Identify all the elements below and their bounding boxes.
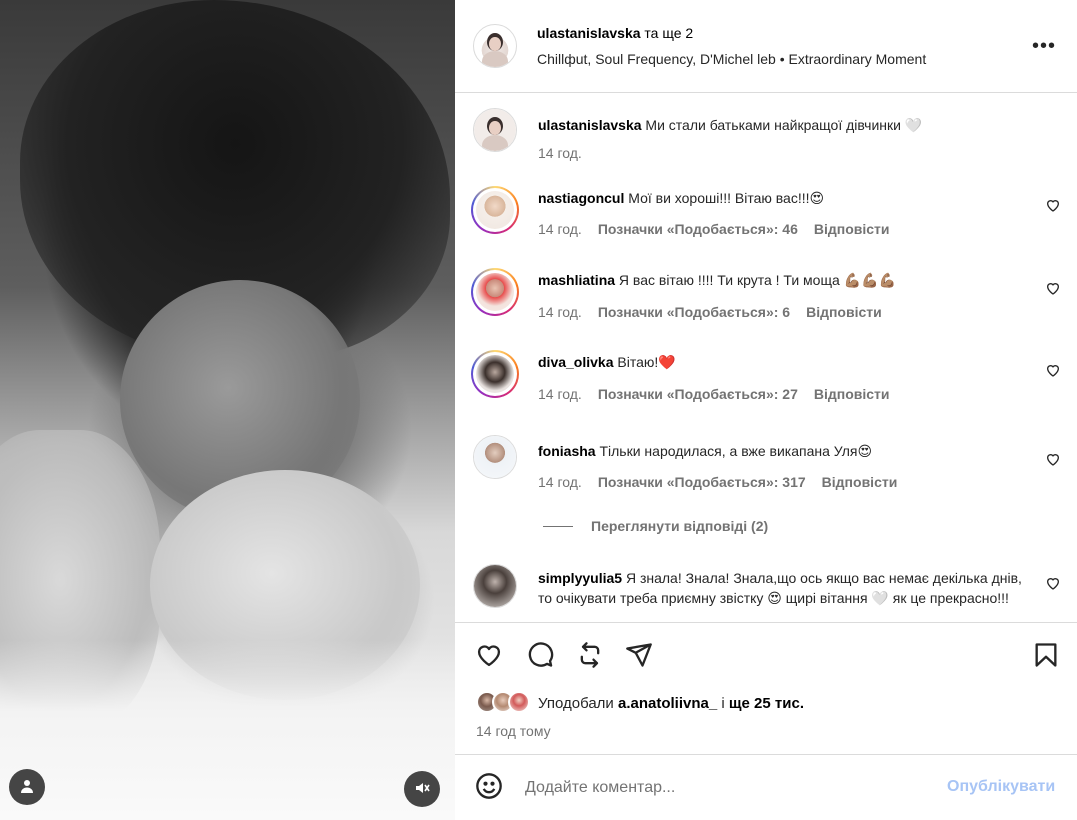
- caption-username[interactable]: ulastanislavska: [538, 117, 642, 133]
- likes-user[interactable]: a.anatoliivna_: [618, 695, 717, 712]
- music-separator: •: [779, 51, 785, 67]
- likes-summary[interactable]: Уподобали a.anatoliivna_ і ще 25 тис.: [538, 695, 804, 712]
- comment-text: simplyyulia5 Я знала! Знала! Знала,що ос…: [538, 568, 1028, 608]
- like-button[interactable]: [473, 640, 505, 672]
- comment-username[interactable]: diva_olivka: [538, 354, 614, 370]
- caption-text: ulastanislavska Ми стали батьками найкра…: [538, 115, 1018, 135]
- comment-username[interactable]: mashliatina: [538, 272, 615, 288]
- heart-icon: [1045, 578, 1061, 594]
- comment-time: 14 год.: [538, 304, 582, 320]
- comment-body: Вітаю!❤️: [617, 354, 676, 370]
- comment-time: 14 год.: [538, 386, 582, 402]
- comment-avatar[interactable]: [473, 564, 517, 608]
- music-info[interactable]: Chillфut, Soul Frequency, D'Michel leb •…: [537, 51, 926, 67]
- comment-body: Мої ви хороші!!! Вітаю вас!!!😍: [628, 190, 825, 206]
- post-actions: Уподобали a.anatoliivna_ і ще 25 тис. 14…: [455, 622, 1077, 755]
- comment-likes[interactable]: Позначки «Подобається»: 317: [598, 474, 806, 490]
- comment-like-button[interactable]: [1045, 280, 1061, 296]
- comments-list[interactable]: ulastanislavska Ми стали батьками найкра…: [455, 94, 1077, 622]
- comment-body: Тільки народилася, а вже викапана Уля😍: [599, 443, 873, 459]
- reply-button[interactable]: Відповісти: [814, 221, 890, 237]
- comment-time: 14 год.: [538, 474, 582, 490]
- comment-like-button[interactable]: [1045, 197, 1061, 213]
- comment-likes[interactable]: Позначки «Подобається»: 27: [598, 386, 798, 402]
- replies-divider: [543, 525, 573, 527]
- comment-like-button[interactable]: [1045, 362, 1061, 378]
- heart-icon: [475, 641, 503, 672]
- more-icon: •••: [1031, 34, 1056, 57]
- post-media[interactable]: [0, 0, 455, 820]
- comment-likes[interactable]: Позначки «Подобається»: 46: [598, 221, 798, 237]
- emoji-icon: [475, 773, 503, 803]
- comment-meta: 14 год. Позначки «Подобається»: 27 Відпо…: [538, 386, 890, 402]
- post-time[interactable]: 14 год тому: [476, 723, 551, 739]
- media-photo-region: [0, 640, 455, 820]
- publish-button[interactable]: Опублікувати: [947, 778, 1055, 796]
- heart-icon: [1045, 283, 1061, 299]
- likes-count[interactable]: ще 25 тис.: [729, 695, 804, 712]
- bookmark-icon: [1032, 641, 1060, 672]
- view-replies-button[interactable]: Переглянути відповіді (2): [543, 518, 768, 534]
- heart-icon: [1045, 200, 1061, 216]
- comment-icon: [526, 641, 554, 672]
- comment-text: foniasha Тільки народилася, а вже викапа…: [538, 441, 1018, 461]
- emoji-button[interactable]: [475, 772, 503, 800]
- comment-time: 14 год.: [538, 221, 582, 237]
- comment-avatar[interactable]: [471, 350, 519, 398]
- comment-meta: 14 год. Позначки «Подобається»: 46 Відпо…: [538, 221, 890, 237]
- reply-button[interactable]: Відповісти: [814, 386, 890, 402]
- post-author: ulastanislavska та ще 2: [537, 25, 693, 41]
- comment-meta: 14 год. Позначки «Подобається»: 317 Відп…: [538, 474, 897, 490]
- repost-icon: [576, 641, 604, 672]
- view-replies-label: Переглянути відповіді (2): [591, 518, 769, 534]
- comment-input[interactable]: [525, 776, 925, 800]
- caption-avatar[interactable]: [473, 108, 517, 152]
- comment-username[interactable]: foniasha: [538, 443, 596, 459]
- reply-button[interactable]: Відповісти: [806, 304, 882, 320]
- coauthors-label[interactable]: та ще 2: [644, 25, 693, 41]
- comment-username[interactable]: nastiagoncul: [538, 190, 624, 206]
- user-icon: [19, 778, 35, 797]
- comment-like-button[interactable]: [1045, 575, 1061, 591]
- send-icon: [625, 641, 653, 672]
- caption-time: 14 год.: [538, 145, 582, 161]
- author-username[interactable]: ulastanislavska: [537, 25, 641, 41]
- comment-likes[interactable]: Позначки «Подобається»: 6: [598, 304, 790, 320]
- music-artists: Chillфut, Soul Frequency, D'Michel leb: [537, 51, 776, 67]
- author-avatar[interactable]: [473, 24, 517, 68]
- comment-avatar[interactable]: [471, 186, 519, 234]
- post-side-panel: ulastanislavska та ще 2 Chillфut, Soul F…: [455, 0, 1077, 820]
- send-button[interactable]: [623, 640, 655, 672]
- comment-avatar[interactable]: [473, 435, 517, 479]
- caption-body: Ми стали батьками найкращої дівчинки 🤍: [645, 117, 923, 133]
- tagged-users-button[interactable]: [9, 769, 45, 805]
- repost-button[interactable]: [574, 640, 606, 672]
- heart-icon: [1045, 454, 1061, 470]
- likes-prefix: Уподобали: [538, 695, 614, 712]
- music-track: Extraordinary Moment: [788, 51, 927, 67]
- comment-text: diva_olivka Вітаю!❤️: [538, 352, 1018, 372]
- caption-meta: 14 год.: [538, 145, 582, 161]
- comment-like-button[interactable]: [1045, 451, 1061, 467]
- comment-text: nastiagoncul Мої ви хороші!!! Вітаю вас!…: [538, 188, 1018, 208]
- likers-avatars[interactable]: [476, 691, 530, 713]
- comment-body: Я вас вітаю !!!! Ти крута ! Ти моща 💪🏽💪🏽…: [618, 272, 896, 288]
- reply-button[interactable]: Відповісти: [822, 474, 898, 490]
- likes-mid: і: [721, 695, 725, 712]
- comment-text: mashliatina Я вас вітаю !!!! Ти крута ! …: [538, 270, 1018, 290]
- liker-avatar: [508, 691, 530, 713]
- comment-meta: 14 год. Позначки «Подобається»: 6 Відпов…: [538, 304, 882, 320]
- add-comment-bar: Опублікувати: [455, 756, 1077, 820]
- mute-button[interactable]: [404, 771, 440, 807]
- comment-button[interactable]: [524, 640, 556, 672]
- mute-icon: [414, 780, 430, 799]
- more-options-button[interactable]: •••: [1031, 34, 1057, 58]
- comment-username[interactable]: simplyyulia5: [538, 570, 622, 586]
- post-header: ulastanislavska та ще 2 Chillфut, Soul F…: [455, 0, 1077, 93]
- comment-avatar[interactable]: [471, 268, 519, 316]
- save-button[interactable]: [1030, 640, 1062, 672]
- heart-icon: [1045, 365, 1061, 381]
